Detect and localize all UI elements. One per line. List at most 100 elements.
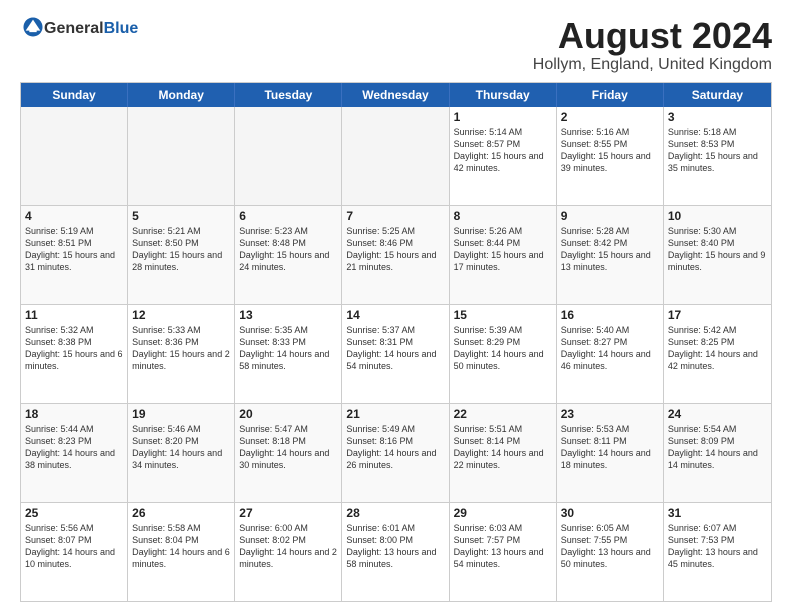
day-number: 4 [25, 209, 123, 223]
day-number: 3 [668, 110, 767, 124]
day-number: 25 [25, 506, 123, 520]
logo-general: General [44, 20, 104, 38]
logo-blue: Blue [104, 20, 139, 38]
day-detail: Sunrise: 5:30 AM Sunset: 8:40 PM Dayligh… [668, 225, 767, 274]
day-number: 20 [239, 407, 337, 421]
page-subtitle: Hollym, England, United Kingdom [533, 56, 772, 74]
calendar-cell: 7Sunrise: 5:25 AM Sunset: 8:46 PM Daylig… [342, 206, 449, 304]
day-detail: Sunrise: 5:14 AM Sunset: 8:57 PM Dayligh… [454, 126, 552, 175]
day-detail: Sunrise: 5:58 AM Sunset: 8:04 PM Dayligh… [132, 522, 230, 571]
day-number: 21 [346, 407, 444, 421]
logo-text: General Blue [20, 16, 138, 38]
day-number: 2 [561, 110, 659, 124]
calendar-cell: 12 Sunrise: 5:33 AM Sunset: 8:36 PM Dayli… [128, 305, 235, 403]
day-number: 8 [454, 209, 552, 223]
day-number: 6 [239, 209, 337, 223]
day-detail: Sunrise: 6:00 AM Sunset: 8:02 PM Dayligh… [239, 522, 337, 571]
calendar-cell: 17 Sunrise: 5:42 AM Sunset: 8:25 PM Dayli… [664, 305, 771, 403]
weekday-header: Monday [128, 83, 235, 107]
calendar-cell: 31 Sunrise: 6:07 AM Sunset: 7:53 PM Dayli… [664, 503, 771, 601]
day-detail: Sunrise: 5:19 AM Sunset: 8:51 PM Dayligh… [25, 225, 123, 274]
day-detail: Sunrise: 5:25 AM Sunset: 8:46 PM Dayligh… [346, 225, 444, 274]
calendar-header: SundayMondayTuesdayWednesdayThursdayFrid… [21, 83, 771, 107]
weekday-header: Sunday [21, 83, 128, 107]
day-detail: Sunrise: 5:33 AM Sunset: 8:36 PM Dayligh… [132, 324, 230, 373]
day-detail: Sunrise: 5:40 AM Sunset: 8:27 PM Dayligh… [561, 324, 659, 373]
calendar: SundayMondayTuesdayWednesdayThursdayFrid… [20, 82, 772, 602]
day-number: 16 [561, 308, 659, 322]
day-number: 27 [239, 506, 337, 520]
calendar-cell: 29 Sunrise: 6:03 AM Sunset: 7:57 PM Dayli… [450, 503, 557, 601]
day-detail: Sunrise: 5:28 AM Sunset: 8:42 PM Dayligh… [561, 225, 659, 274]
weekday-header: Thursday [450, 83, 557, 107]
day-number: 11 [25, 308, 123, 322]
weekday-header: Wednesday [342, 83, 449, 107]
day-detail: Sunrise: 6:05 AM Sunset: 7:55 PM Dayligh… [561, 522, 659, 571]
calendar-cell: 9Sunrise: 5:28 AM Sunset: 8:42 PM Daylig… [557, 206, 664, 304]
day-number: 29 [454, 506, 552, 520]
calendar-cell: 19Sunrise: 5:46 AM Sunset: 8:20 PM Dayli… [128, 404, 235, 502]
day-detail: Sunrise: 5:32 AM Sunset: 8:38 PM Dayligh… [25, 324, 123, 373]
calendar-cell: 18 Sunrise: 5:44 AM Sunset: 8:23 PM Dayli… [21, 404, 128, 502]
calendar-cell [342, 107, 449, 205]
day-detail: Sunrise: 5:44 AM Sunset: 8:23 PM Dayligh… [25, 423, 123, 472]
day-detail: Sunrise: 5:47 AM Sunset: 8:18 PM Dayligh… [239, 423, 337, 472]
calendar-cell: 11 Sunrise: 5:32 AM Sunset: 8:38 PM Dayli… [21, 305, 128, 403]
day-number: 10 [668, 209, 767, 223]
calendar-cell: 16 Sunrise: 5:40 AM Sunset: 8:27 PM Dayli… [557, 305, 664, 403]
day-number: 14 [346, 308, 444, 322]
day-number: 26 [132, 506, 230, 520]
calendar-row: 11 Sunrise: 5:32 AM Sunset: 8:38 PM Dayli… [21, 304, 771, 403]
day-detail: Sunrise: 5:26 AM Sunset: 8:44 PM Dayligh… [454, 225, 552, 274]
calendar-cell: 15Sunrise: 5:39 AM Sunset: 8:29 PM Dayli… [450, 305, 557, 403]
calendar-row: 1 Sunrise: 5:14 AM Sunset: 8:57 PM Daylig… [21, 107, 771, 205]
day-number: 18 [25, 407, 123, 421]
calendar-cell: 22 Sunrise: 5:51 AM Sunset: 8:14 PM Dayli… [450, 404, 557, 502]
header: General Blue August 2024 Hollym, England… [20, 16, 772, 74]
calendar-cell: 1 Sunrise: 5:14 AM Sunset: 8:57 PM Daylig… [450, 107, 557, 205]
calendar-cell: 30 Sunrise: 6:05 AM Sunset: 7:55 PM Dayli… [557, 503, 664, 601]
logo: General Blue [20, 16, 138, 38]
page: General Blue August 2024 Hollym, England… [0, 0, 792, 612]
day-number: 1 [454, 110, 552, 124]
calendar-cell [21, 107, 128, 205]
calendar-row: 25Sunrise: 5:56 AM Sunset: 8:07 PM Dayli… [21, 502, 771, 601]
calendar-cell: 3 Sunrise: 5:18 AM Sunset: 8:53 PM Daylig… [664, 107, 771, 205]
day-detail: Sunrise: 5:16 AM Sunset: 8:55 PM Dayligh… [561, 126, 659, 175]
calendar-row: 18 Sunrise: 5:44 AM Sunset: 8:23 PM Dayli… [21, 403, 771, 502]
day-number: 15 [454, 308, 552, 322]
day-number: 12 [132, 308, 230, 322]
calendar-cell: 6Sunrise: 5:23 AM Sunset: 8:48 PM Daylig… [235, 206, 342, 304]
day-detail: Sunrise: 5:37 AM Sunset: 8:31 PM Dayligh… [346, 324, 444, 373]
day-detail: Sunrise: 6:01 AM Sunset: 8:00 PM Dayligh… [346, 522, 444, 571]
day-detail: Sunrise: 6:03 AM Sunset: 7:57 PM Dayligh… [454, 522, 552, 571]
title-section: August 2024 Hollym, England, United King… [533, 16, 772, 74]
day-detail: Sunrise: 5:18 AM Sunset: 8:53 PM Dayligh… [668, 126, 767, 175]
weekday-header: Tuesday [235, 83, 342, 107]
day-detail: Sunrise: 6:07 AM Sunset: 7:53 PM Dayligh… [668, 522, 767, 571]
day-detail: Sunrise: 5:54 AM Sunset: 8:09 PM Dayligh… [668, 423, 767, 472]
calendar-body: 1 Sunrise: 5:14 AM Sunset: 8:57 PM Daylig… [21, 107, 771, 601]
calendar-cell: 23Sunrise: 5:53 AM Sunset: 8:11 PM Dayli… [557, 404, 664, 502]
calendar-cell: 5Sunrise: 5:21 AM Sunset: 8:50 PM Daylig… [128, 206, 235, 304]
calendar-cell: 4 Sunrise: 5:19 AM Sunset: 8:51 PM Daylig… [21, 206, 128, 304]
day-detail: Sunrise: 5:42 AM Sunset: 8:25 PM Dayligh… [668, 324, 767, 373]
page-title: August 2024 [533, 16, 772, 56]
calendar-cell: 20 Sunrise: 5:47 AM Sunset: 8:18 PM Dayli… [235, 404, 342, 502]
calendar-cell: 8 Sunrise: 5:26 AM Sunset: 8:44 PM Daylig… [450, 206, 557, 304]
day-detail: Sunrise: 5:51 AM Sunset: 8:14 PM Dayligh… [454, 423, 552, 472]
day-number: 22 [454, 407, 552, 421]
logo-icon [22, 16, 44, 38]
day-number: 17 [668, 308, 767, 322]
calendar-row: 4 Sunrise: 5:19 AM Sunset: 8:51 PM Daylig… [21, 205, 771, 304]
day-detail: Sunrise: 5:49 AM Sunset: 8:16 PM Dayligh… [346, 423, 444, 472]
calendar-cell: 21 Sunrise: 5:49 AM Sunset: 8:16 PM Dayli… [342, 404, 449, 502]
day-number: 30 [561, 506, 659, 520]
day-number: 28 [346, 506, 444, 520]
calendar-cell: 25Sunrise: 5:56 AM Sunset: 8:07 PM Dayli… [21, 503, 128, 601]
day-number: 31 [668, 506, 767, 520]
day-number: 23 [561, 407, 659, 421]
day-number: 24 [668, 407, 767, 421]
weekday-header: Friday [557, 83, 664, 107]
calendar-cell [235, 107, 342, 205]
